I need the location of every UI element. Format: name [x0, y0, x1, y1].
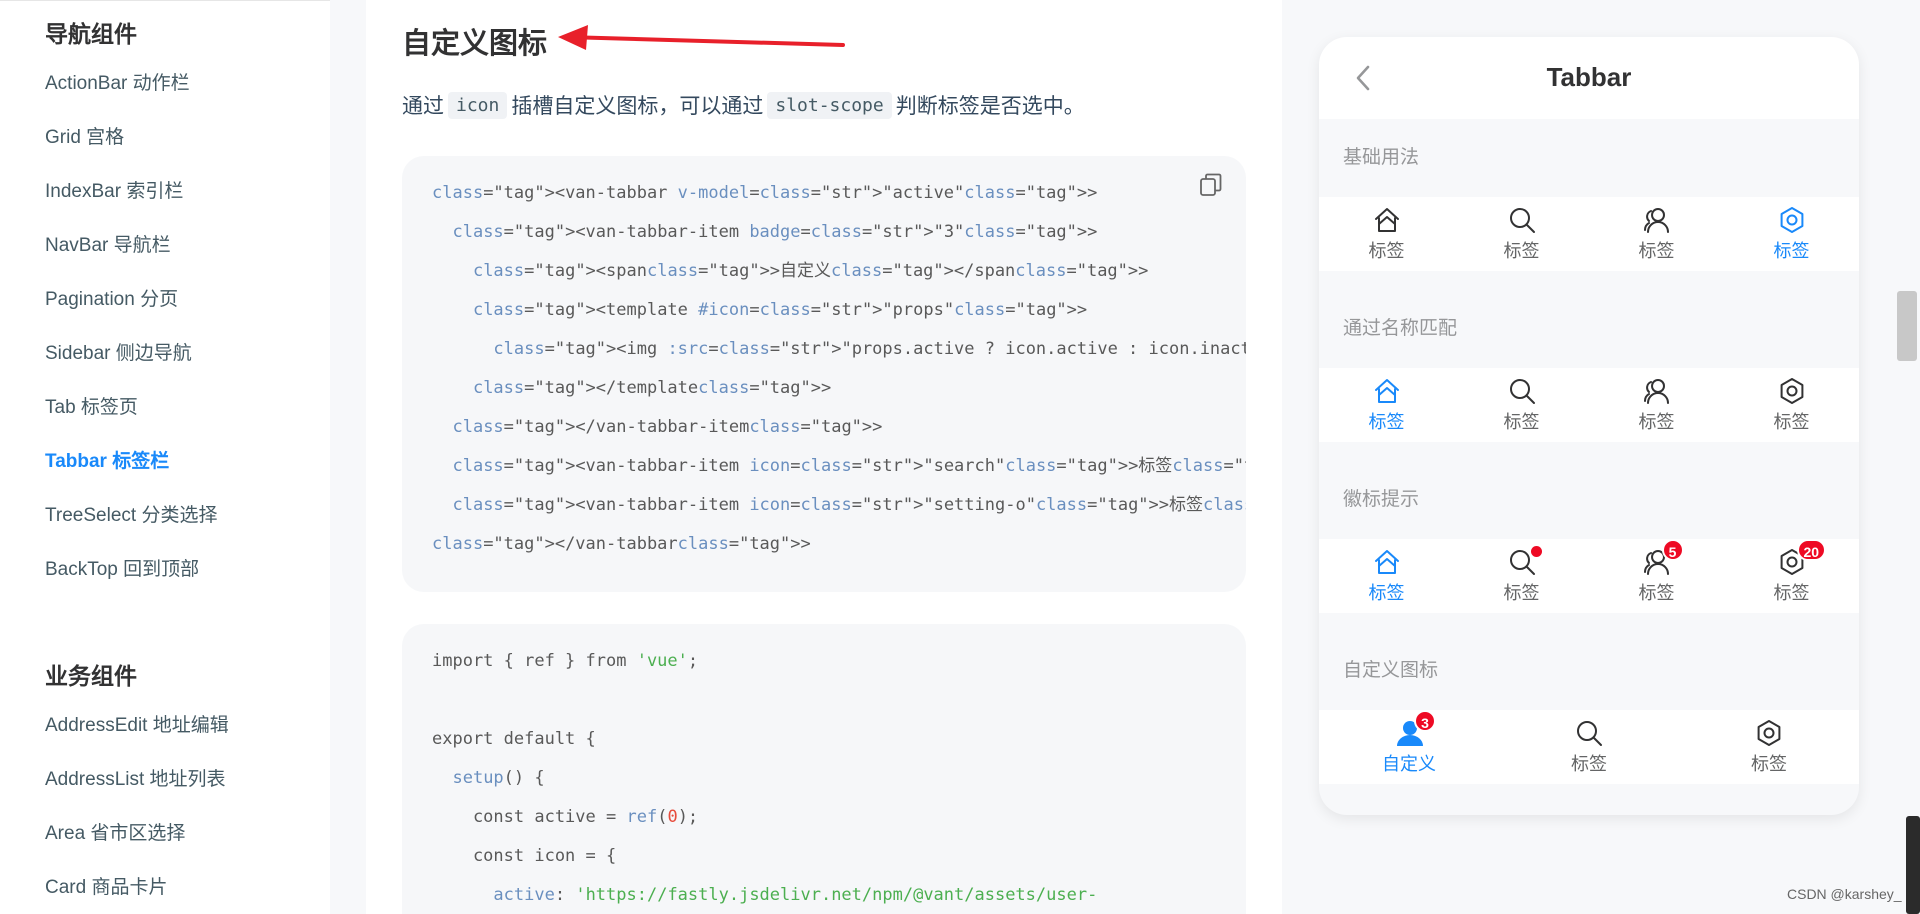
script-code: import { ref } from 'vue'; export defaul…: [432, 651, 1098, 905]
demo-section-title: 自定义图标: [1343, 660, 1439, 681]
tabbar-item-label: 标签: [1638, 583, 1675, 603]
demo-section-title: 基础用法: [1343, 147, 1420, 168]
doc-content: 自定义图标 通过 icon 插槽自定义图标，可以通过 slot-scope 判断标签是否…: [366, 0, 1282, 914]
template-code-block: class="tag"><van-tabbar v-model=class="s…: [402, 156, 1246, 592]
script-code-block: import { ref } from 'vue'; export defaul…: [402, 624, 1246, 914]
tabbar: 标签 标签 标签 标签: [1319, 368, 1859, 442]
tabbar-item-label: 标签: [1503, 412, 1540, 432]
desc-text: 插槽自定义图标，可以通过: [511, 95, 764, 118]
tabbar-item-label: 标签: [1638, 412, 1675, 432]
phone-demo: Tabbar 基础用法 标签 标签 标签 标签 通过名称匹配 标签 标签 标签 标签 徽标提示 标签标…: [1319, 37, 1859, 815]
phone-navbar: Tabbar: [1319, 37, 1859, 119]
section-description: 通过 icon 插槽自定义图标，可以通过 slot-scope 判断标签是否选中。: [402, 90, 1085, 120]
sidebar-item[interactable]: TreeSelect 分类选择: [45, 500, 217, 527]
tabbar: 标签 标签 标签 标签: [1319, 197, 1859, 271]
tabbar-item[interactable]: 标签: [1499, 710, 1679, 784]
red-arrow-annotation: [558, 25, 845, 50]
tabbar-item[interactable]: 标签: [1724, 197, 1859, 271]
sidebar-item[interactable]: BackTop 回到顶部: [45, 554, 199, 581]
tabbar-item-label: 标签: [1773, 583, 1810, 603]
tabbar-item[interactable]: 标签: [1319, 539, 1454, 613]
search-icon: [1507, 376, 1537, 406]
tabbar-item[interactable]: 标签: [1724, 368, 1859, 442]
tabbar-item[interactable]: 标签: [1589, 368, 1724, 442]
tabbar-item-label: 标签: [1571, 754, 1607, 774]
tabbar-item[interactable]: 标签: [1454, 539, 1589, 613]
sidebar-item[interactable]: AddressEdit 地址编辑: [45, 710, 229, 737]
home-icon: [1372, 205, 1402, 235]
watermark: CSDN @karshey_: [1787, 886, 1902, 902]
badge-count: 5: [1661, 539, 1684, 561]
level-meter: [1906, 816, 1920, 914]
search-icon: [1507, 205, 1537, 235]
sidebar-item[interactable]: IndexBar 索引栏: [45, 176, 183, 203]
tabbar-item-label: 标签: [1368, 412, 1405, 432]
phone-title: Tabbar: [1546, 62, 1632, 92]
friends-icon: [1642, 205, 1672, 235]
sidebar-group-nav: 导航组件: [45, 21, 137, 47]
scrollbar-track[interactable]: [1894, 0, 1920, 914]
search-icon: [1507, 546, 1542, 577]
search-icon: [1574, 718, 1604, 748]
tabbar-item-label: 标签: [1773, 412, 1810, 432]
desc-text: 判断标签是否选中。: [895, 95, 1085, 118]
tabbar-item-label: 标签: [1503, 583, 1540, 603]
tabbar-item[interactable]: 标签: [1454, 368, 1589, 442]
sidebar-item[interactable]: ActionBar 动作栏: [45, 68, 190, 95]
sidebar-item[interactable]: AddressList 地址列表: [45, 764, 226, 791]
sidebar-item[interactable]: Grid 宫格: [45, 122, 124, 149]
demo-section-title: 通过名称匹配: [1343, 318, 1458, 339]
scrollbar-thumb[interactable]: [1897, 291, 1917, 361]
tabbar-item-label: 标签: [1368, 241, 1405, 261]
tabbar-item[interactable]: 标签: [1319, 368, 1454, 442]
tabbar-item-label: 标签: [1368, 583, 1405, 603]
tabbar-item-label: 标签: [1503, 241, 1540, 261]
tabbar-item[interactable]: 3 自定义: [1319, 710, 1499, 784]
tabbar-item[interactable]: 标签: [1589, 197, 1724, 271]
sidebar-item[interactable]: Tabbar 标签栏: [45, 446, 169, 473]
sidebar-item[interactable]: Card 商品卡片: [45, 872, 167, 899]
inline-code-icon: icon: [448, 91, 508, 119]
sidebar-item[interactable]: NavBar 导航栏: [45, 230, 171, 257]
badge-count: 3: [1414, 710, 1436, 732]
sidebar-item[interactable]: Area 省市区选择: [45, 818, 185, 845]
sidebar-item[interactable]: Pagination 分页: [45, 284, 178, 311]
sidebar-item[interactable]: Tab 标签页: [45, 392, 138, 419]
setting-icon: [1777, 376, 1807, 406]
sidebar-item[interactable]: Sidebar 侧边导航: [45, 338, 192, 365]
tabbar-item[interactable]: 20 标签: [1724, 539, 1859, 613]
setting-icon: [1754, 718, 1784, 748]
inline-code-slot-scope: slot-scope: [767, 91, 892, 119]
tabbar-item-label: 自定义: [1382, 754, 1436, 774]
template-code: class="tag"><van-tabbar v-model=class="s…: [432, 183, 1246, 554]
desc-text: 通过: [402, 95, 444, 118]
sidebar-group-biz: 业务组件: [45, 663, 137, 689]
home-icon: [1372, 376, 1402, 406]
tabbar-item-label: 标签: [1773, 241, 1810, 261]
badge-dot: [1530, 546, 1542, 557]
user-filled-icon: 3: [1394, 710, 1436, 748]
tabbar: 3 自定义 标签 标签: [1319, 710, 1859, 784]
friends-icon: 5: [1642, 539, 1684, 577]
copy-icon[interactable]: [1198, 172, 1224, 198]
tabbar: 标签 标签 5 标签 20 标签: [1319, 539, 1859, 613]
sidebar: 导航组件 ActionBar 动作栏 Grid 宫格 IndexBar 索引栏 Nav…: [0, 0, 330, 914]
tabbar-item-label: 标签: [1751, 754, 1787, 774]
tabbar-item[interactable]: 标签: [1679, 710, 1859, 784]
friends-icon: [1642, 376, 1672, 406]
tabbar-item[interactable]: 标签: [1319, 197, 1454, 271]
tabbar-item[interactable]: 标签: [1454, 197, 1589, 271]
demo-section-title: 徽标提示: [1343, 489, 1420, 510]
setting-icon: 20: [1777, 539, 1827, 577]
tabbar-item-label: 标签: [1638, 241, 1675, 261]
badge-count: 20: [1796, 539, 1827, 561]
home-icon: [1372, 547, 1402, 577]
tabbar-item[interactable]: 5 标签: [1589, 539, 1724, 613]
setting-icon: [1777, 205, 1807, 235]
